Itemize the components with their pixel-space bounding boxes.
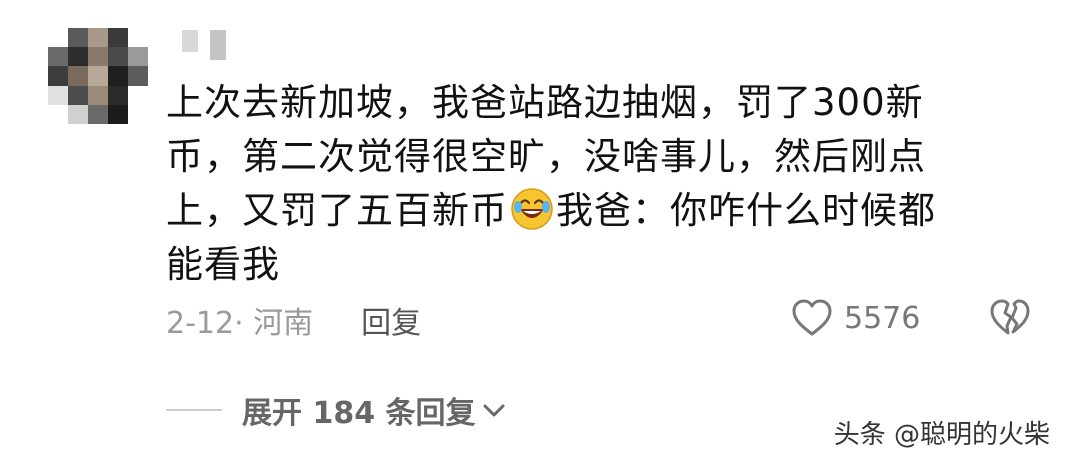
comment-card: 上次去新加坡，我爸站路边抽烟，罚了300新 币，第二次觉得很空旷，没啥事儿，然后…: [0, 0, 1080, 461]
comment-text: 上次去新加坡，我爸站路边抽烟，罚了300新 币，第二次觉得很空旷，没啥事儿，然后…: [166, 76, 1026, 292]
comment-fragment: 我爸：你咋什么时候都: [556, 189, 936, 232]
comment-line: 币，第二次觉得很空旷，没啥事儿，然后刚点: [166, 135, 926, 178]
heart-icon: [792, 299, 832, 336]
chevron-down-icon: [483, 404, 505, 417]
comment-line: 上次去新加坡，我爸站路边抽烟，罚了300新: [166, 81, 924, 124]
broken-heart-icon: [990, 299, 1030, 335]
expand-replies-label: 展开 184 条回复: [242, 396, 476, 431]
reply-button[interactable]: 回复: [361, 298, 421, 342]
date-location: 2-12· 河南: [166, 306, 314, 341]
dislike-button[interactable]: [988, 298, 1032, 342]
divider-line: [166, 409, 222, 411]
username-blurred[interactable]: [182, 30, 226, 60]
watermark: 头条 @聪明的火柴: [833, 420, 1050, 450]
avatar[interactable]: [48, 28, 148, 124]
comment-line: 能看我: [166, 243, 280, 286]
laughing-face-emoji: [511, 188, 553, 230]
like-count: 5576: [844, 300, 921, 336]
comment-fragment: 上，又罚了五百新币: [166, 189, 508, 232]
expand-replies-button[interactable]: 展开 184 条回复: [166, 388, 506, 432]
comment-line: 上，又罚了五百新币 我爸：你咋什么时候都: [166, 184, 1026, 238]
like-button[interactable]: 5576: [790, 298, 920, 338]
